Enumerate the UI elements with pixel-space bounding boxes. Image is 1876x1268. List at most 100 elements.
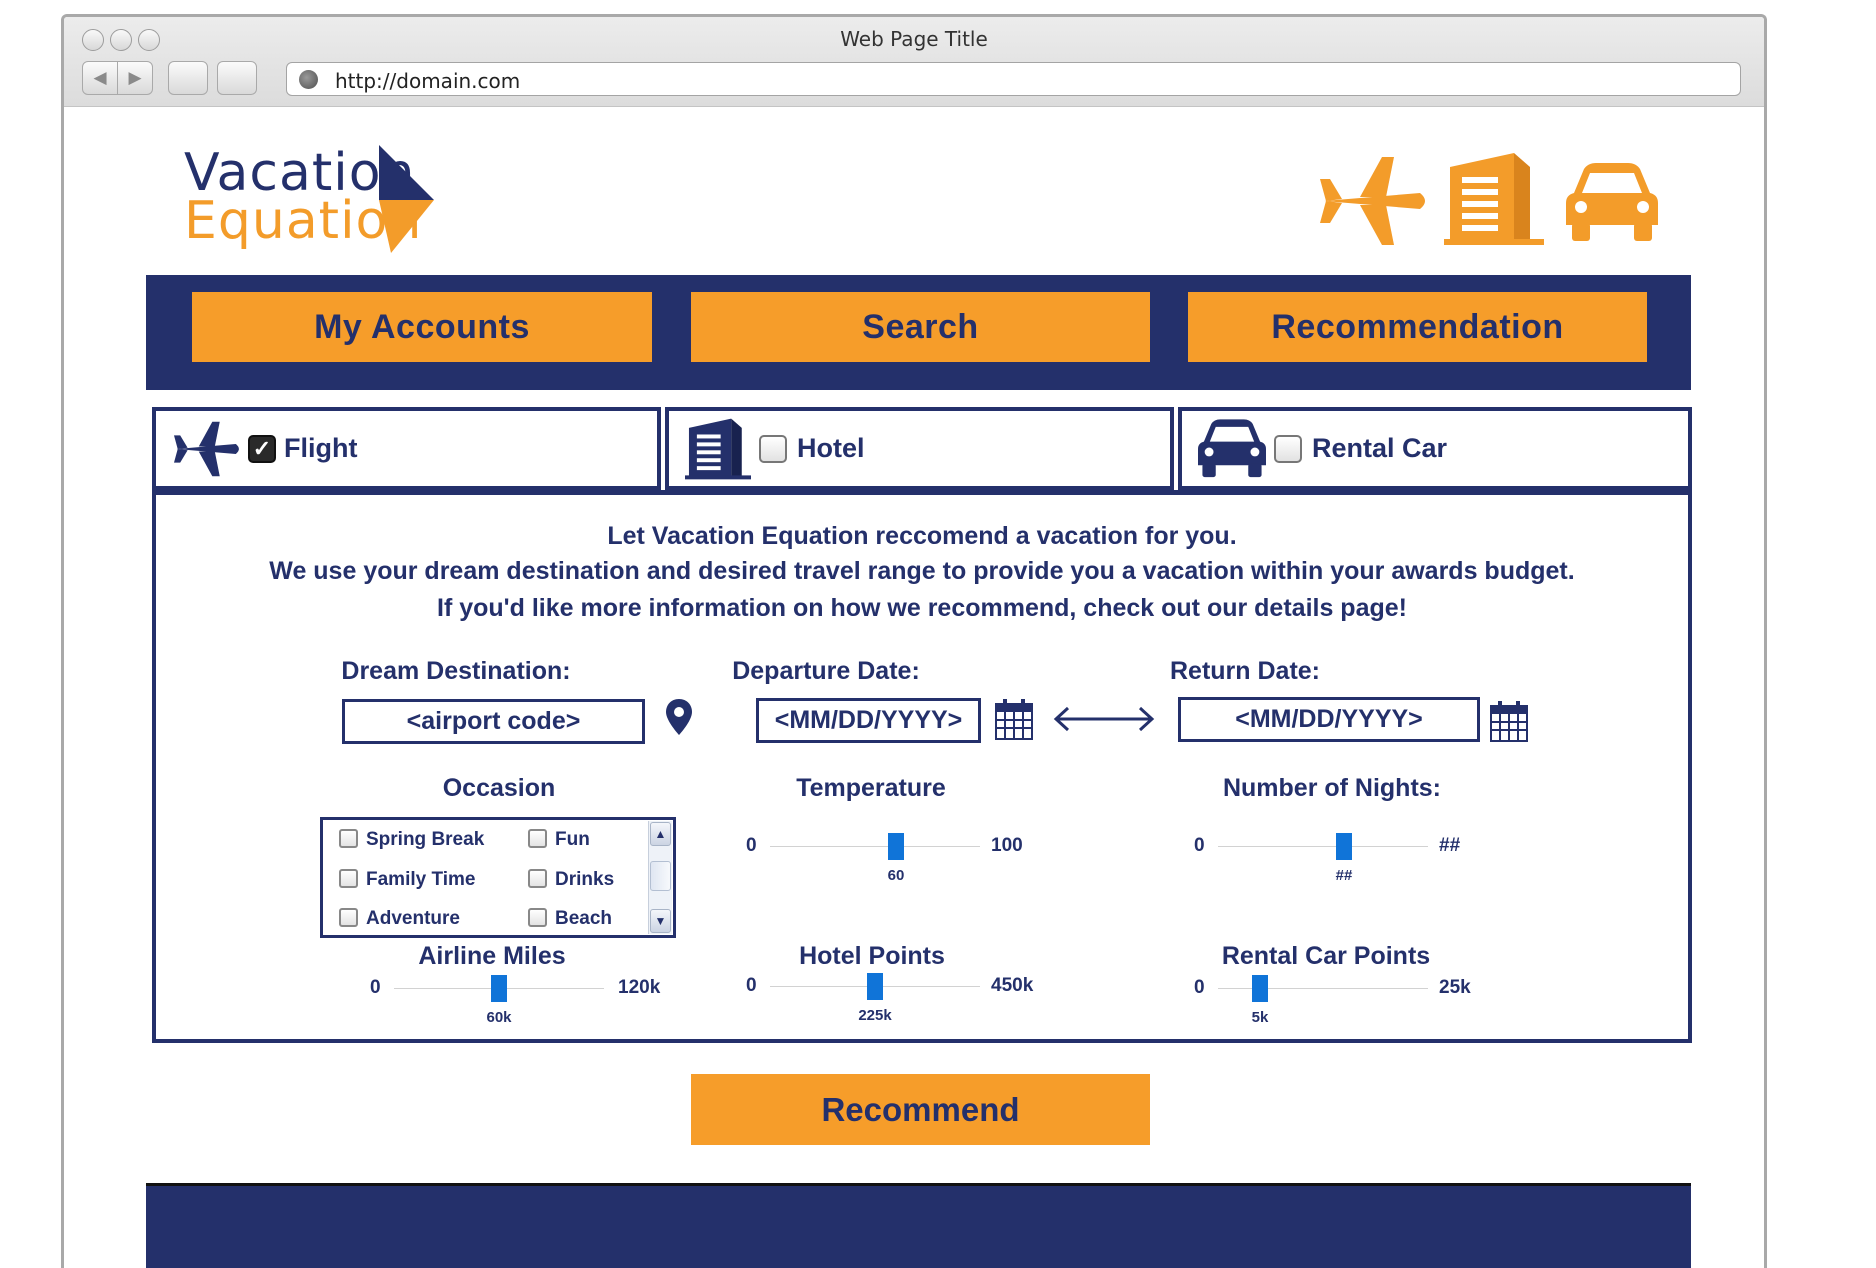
- window-title: Web Page Title: [840, 27, 988, 51]
- hotel-building-icon: [685, 418, 751, 480]
- checkbox[interactable]: [339, 869, 358, 888]
- rental-car-points-min: 0: [1194, 977, 1205, 998]
- date-range-arrow-icon: [1053, 706, 1155, 732]
- nights-track[interactable]: [1218, 846, 1428, 847]
- temperature-track[interactable]: [770, 846, 980, 847]
- airplane-icon: [174, 421, 239, 477]
- checkbox[interactable]: [339, 908, 358, 927]
- departure-date-input[interactable]: <MM/DD/YYYY>: [756, 698, 981, 743]
- temperature-label: Temperature: [796, 774, 946, 802]
- intro-line-1: Let Vacation Equation reccomend a vacati…: [607, 522, 1237, 550]
- hotel-points-min: 0: [746, 975, 757, 996]
- flight-checkbox[interactable]: ✓: [248, 435, 276, 463]
- destination-label: Dream Destination:: [341, 657, 571, 685]
- departure-calendar-icon[interactable]: [995, 698, 1033, 740]
- main-nav: My Accounts Search Recommendation: [146, 275, 1691, 390]
- hotel-points-value: 225k: [858, 1007, 892, 1024]
- nights-max: ##: [1439, 835, 1461, 856]
- scroll-down-icon[interactable]: ▼: [650, 909, 671, 933]
- return-label: Return Date:: [1169, 657, 1320, 685]
- temperature-slider[interactable]: 0 60 100: [746, 829, 1046, 889]
- destination-input[interactable]: <airport code>: [342, 699, 645, 744]
- nav-tab-recommendation[interactable]: Recommendation: [1188, 292, 1647, 362]
- occasion-option-spring-break[interactable]: Spring Break: [339, 829, 484, 851]
- departure-label: Departure Date:: [732, 657, 920, 685]
- airline-miles-min: 0: [370, 977, 381, 998]
- recommendation-panel: Let Vacation Equation reccomend a vacati…: [152, 490, 1692, 1043]
- rental-car-checkbox[interactable]: [1274, 435, 1302, 463]
- checkbox[interactable]: [339, 829, 358, 848]
- occasion-option-beach[interactable]: Beach: [528, 908, 612, 930]
- hotel-label: Hotel: [797, 433, 865, 463]
- category-tab-rental-car[interactable]: Rental Car: [1178, 407, 1692, 490]
- address-bar[interactable]: http://domain.com: [286, 62, 1741, 96]
- hotel-building-icon: [1444, 153, 1544, 245]
- airline-miles-label: Airline Miles: [418, 942, 566, 970]
- browser-window: Web Page Title ◀ ▶ http://domain.com Vac…: [61, 14, 1767, 1268]
- scroll-thumb[interactable]: [650, 861, 671, 891]
- category-tab-flight[interactable]: ✓ Flight: [152, 407, 661, 490]
- airline-miles-value: 60k: [486, 1009, 512, 1026]
- car-icon: [1566, 163, 1658, 241]
- location-pin-icon[interactable]: [666, 699, 692, 735]
- intro-line-2: We use your dream destination and desire…: [269, 557, 1575, 585]
- hotel-points-max: 450k: [991, 975, 1034, 996]
- hotel-checkbox[interactable]: [759, 435, 787, 463]
- nav-tab-my-accounts[interactable]: My Accounts: [192, 292, 652, 362]
- airplane-icon: [1320, 157, 1425, 245]
- category-tab-hotel[interactable]: Hotel: [665, 407, 1174, 490]
- scroll-up-icon[interactable]: ▲: [650, 822, 671, 846]
- globe-icon: [299, 70, 318, 89]
- nights-slider[interactable]: 0 ## ##: [1194, 829, 1494, 889]
- rental-car-points-value: 5k: [1251, 1009, 1269, 1026]
- header-icons: [1320, 151, 1660, 251]
- temperature-min: 0: [746, 835, 757, 856]
- rental-car-points-slider[interactable]: 0 5k 25k: [1194, 971, 1514, 1031]
- nights-min: 0: [1194, 835, 1205, 856]
- url-text: http://domain.com: [335, 69, 521, 93]
- occasion-label: Occasion: [442, 774, 556, 802]
- hotel-points-label: Hotel Points: [799, 942, 945, 970]
- airline-miles-max: 120k: [618, 977, 661, 998]
- return-calendar-icon[interactable]: [1490, 700, 1528, 742]
- occasion-option-adventure[interactable]: Adventure: [339, 908, 460, 930]
- back-button[interactable]: ◀: [82, 61, 118, 95]
- flight-label: Flight: [284, 433, 358, 463]
- nights-value: ##: [1335, 867, 1353, 884]
- intro-line-3: If you'd like more information on how we…: [437, 594, 1407, 622]
- rental-car-label: Rental Car: [1312, 433, 1448, 463]
- occasion-option-family-time[interactable]: Family Time: [339, 869, 475, 891]
- temperature-thumb[interactable]: [888, 833, 904, 860]
- forward-button[interactable]: ▶: [117, 61, 153, 95]
- car-icon: [1198, 419, 1266, 478]
- rental-car-points-track[interactable]: [1218, 988, 1428, 989]
- occasion-option-fun[interactable]: Fun: [528, 829, 590, 851]
- rental-car-points-thumb[interactable]: [1252, 975, 1268, 1002]
- nights-label: Number of Nights:: [1222, 774, 1442, 802]
- temperature-max: 100: [991, 835, 1023, 856]
- temperature-value: 60: [887, 867, 905, 884]
- logo-arrow-icon: [379, 145, 434, 253]
- footer: [146, 1183, 1691, 1268]
- checkbox[interactable]: [528, 908, 547, 927]
- hotel-points-slider[interactable]: 0 225k 450k: [746, 969, 1066, 1029]
- checkbox[interactable]: [528, 829, 547, 848]
- toolbar-button-1[interactable]: [168, 61, 208, 95]
- nights-thumb[interactable]: [1336, 833, 1352, 860]
- logo[interactable]: Vacation Equation: [184, 143, 454, 263]
- occasion-option-drinks[interactable]: Drinks: [528, 869, 614, 891]
- occasion-list[interactable]: Spring Break Fun Family Time Drinks Adve…: [320, 817, 676, 938]
- hotel-points-thumb[interactable]: [867, 973, 883, 1000]
- nav-tab-search[interactable]: Search: [691, 292, 1150, 362]
- recommend-button[interactable]: Recommend: [691, 1074, 1150, 1145]
- airline-miles-thumb[interactable]: [491, 975, 507, 1002]
- return-date-input[interactable]: <MM/DD/YYYY>: [1178, 697, 1480, 742]
- checkbox[interactable]: [528, 869, 547, 888]
- page-content: Vacation Equation My Accounts Search Rec…: [64, 107, 1764, 1268]
- rental-car-points-label: Rental Car Points: [1221, 942, 1431, 970]
- occasion-scrollbar[interactable]: ▲ ▼: [648, 821, 672, 934]
- airline-miles-slider[interactable]: 0 60k 120k: [370, 971, 690, 1031]
- toolbar-button-2[interactable]: [217, 61, 257, 95]
- browser-chrome: Web Page Title ◀ ▶ http://domain.com: [64, 17, 1764, 107]
- rental-car-points-max: 25k: [1439, 977, 1471, 998]
